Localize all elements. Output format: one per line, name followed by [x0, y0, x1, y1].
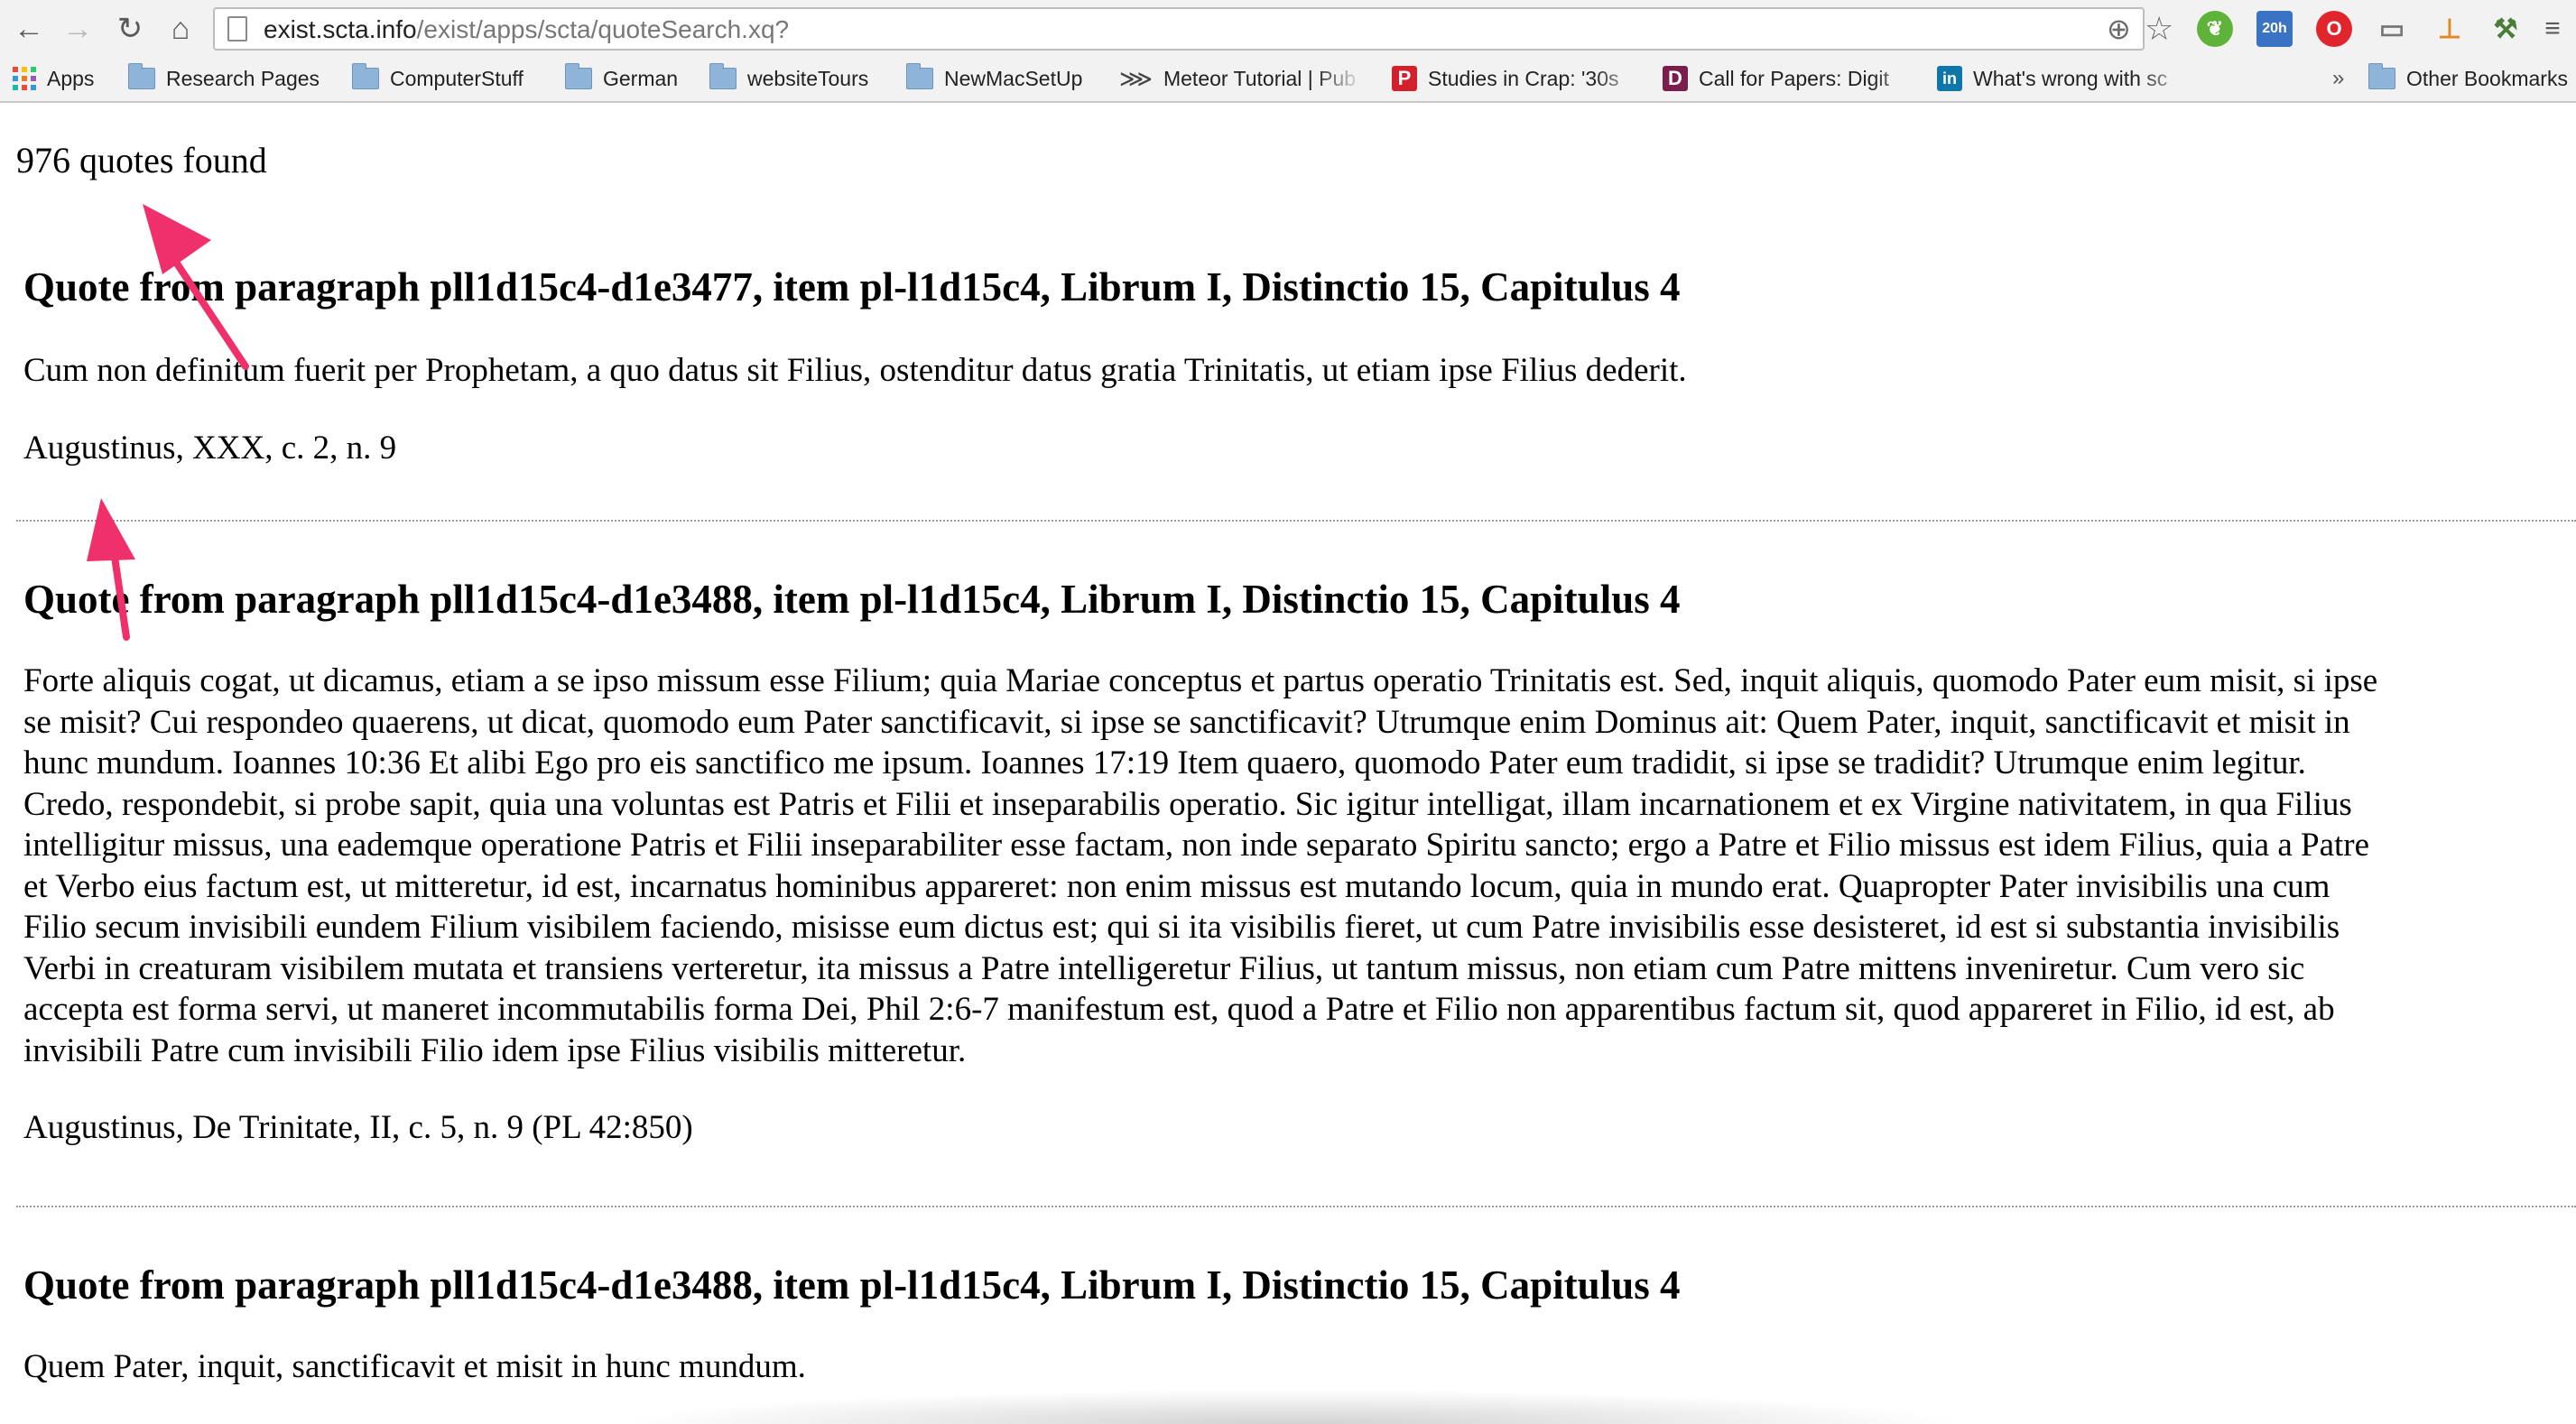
cast-icon[interactable]: ▭ [2374, 11, 2410, 47]
meteor-icon: ⋙ [1119, 64, 1153, 92]
bookmark-research-pages[interactable]: Research Pages [128, 63, 320, 94]
bookmark-computerstuff[interactable]: ComputerStuff [352, 63, 524, 94]
pinterest-icon: P [1392, 66, 1417, 91]
menu-icon[interactable]: ≡ [2533, 9, 2572, 49]
address-bar[interactable]: exist.scta.info/exist/apps/scta/quoteSea… [213, 7, 2173, 51]
calendar-icon[interactable]: 20h [2256, 11, 2293, 47]
folder-icon [352, 63, 379, 89]
bookmark-label: Research Pages [166, 66, 320, 90]
quote-result: Quote from paragraph pll1d15c4-d1e3477, … [23, 264, 2560, 468]
results-count: 976 quotes found [16, 140, 267, 180]
zoom-icon[interactable]: ⊕ [2107, 13, 2131, 45]
page-content: 976 quotes found Quote from paragraph pl… [0, 103, 2576, 1424]
folder-icon [906, 63, 933, 89]
bookmark-other-bookmarks[interactable]: Other Bookmarks [2368, 63, 2568, 94]
bookmark-label: Call for Papers: Digit [1699, 66, 1889, 90]
quote-result: Quote from paragraph pll1d15c4-d1e3488, … [23, 1262, 2560, 1388]
folder-icon [128, 63, 155, 89]
folder-icon [2368, 63, 2395, 89]
bookmark-apps[interactable]: Apps [13, 63, 94, 94]
browser-chrome: ← → ↻ ⌂ exist.scta.info/exist/apps/scta/… [0, 0, 2576, 103]
bookmark-meteor-tutorial[interactable]: ⋙ Meteor Tutorial | Pub [1119, 63, 1363, 94]
bookmark-label: What's wrong with sc [1973, 66, 2168, 90]
quote-heading: Quote from paragraph pll1d15c4-d1e3477, … [23, 264, 1681, 310]
linkedin-icon: in [1937, 66, 1962, 91]
d-icon: D [1663, 66, 1688, 91]
bookmark-label: websiteTours [747, 66, 869, 90]
browser-toolbar: ← → ↻ ⌂ exist.scta.info/exist/apps/scta/… [0, 0, 2576, 58]
tool-icon[interactable]: ⊥ [2432, 11, 2468, 47]
bookmark-label: Apps [47, 66, 95, 90]
url-host: exist.scta.info [264, 15, 417, 43]
quote-text: Quem Pater, inquit, sanctificavit et mis… [23, 1348, 806, 1385]
url-path: /exist/apps/scta/quoteSearch.xq? [416, 15, 790, 43]
back-icon[interactable]: ← [9, 9, 49, 49]
home-icon[interactable]: ⌂ [161, 9, 200, 49]
quote-result: Quote from paragraph pll1d15c4-d1e3488, … [23, 576, 2560, 1148]
quote-heading: Quote from paragraph pll1d15c4-d1e3488, … [23, 1262, 1681, 1308]
bookmark-label: Studies in Crap: '30s [1428, 66, 1619, 90]
folder-icon [565, 63, 592, 89]
opera-icon[interactable]: O [2316, 11, 2352, 47]
bookmark-german[interactable]: German [565, 63, 678, 94]
quote-heading: Quote from paragraph pll1d15c4-d1e3488, … [23, 577, 1681, 622]
forward-icon[interactable]: → [58, 9, 97, 49]
bookmark-label: German [603, 66, 679, 90]
folder-icon [709, 63, 737, 89]
result-divider [16, 520, 2576, 522]
reload-icon[interactable]: ↻ [110, 9, 150, 49]
url-text[interactable]: exist.scta.info/exist/apps/scta/quoteSea… [264, 16, 789, 43]
bookmarks-bar: Apps Research Pages ComputerStuff German… [0, 58, 2576, 99]
apps-grid-icon [13, 67, 36, 90]
bookmark-label: Meteor Tutorial | Pub [1163, 66, 1357, 90]
result-divider [16, 1206, 2576, 1207]
bookmark-label: Other Bookmarks [2406, 66, 2568, 90]
bookmark-studies-in-crap[interactable]: P Studies in Crap: '30s [1392, 63, 1645, 94]
bookmark-websitetours[interactable]: websiteTours [709, 63, 868, 94]
quote-citation: Augustinus, XXX, c. 2, n. 9 [23, 429, 397, 467]
bookmark-call-for-papers[interactable]: D Call for Papers: Digit [1663, 63, 1924, 94]
wand-icon[interactable]: ⚒ [2488, 11, 2524, 47]
bookmark-newmacsetup[interactable]: NewMacSetUp [906, 63, 1082, 94]
evernote-icon[interactable]: ❦ [2197, 11, 2233, 47]
bookmark-label: NewMacSetUp [944, 66, 1083, 90]
quote-text: Cum non definitum fuerit per Prophetam, … [23, 352, 1687, 389]
page-icon [227, 16, 247, 42]
bookmark-star-icon[interactable]: ☆ [2145, 13, 2173, 45]
quote-citation: Augustinus, De Trinitate, II, c. 5, n. 9… [23, 1109, 693, 1146]
bookmarks-overflow-chevron-icon[interactable]: » [2332, 63, 2344, 94]
quote-text: Forte aliquis cogat, ut dicamus, etiam a… [23, 662, 2378, 1069]
bookmark-label: ComputerStuff [390, 66, 524, 90]
scroll-shadow [614, 1390, 1968, 1424]
bookmark-whats-wrong[interactable]: in What's wrong with sc [1937, 63, 2190, 94]
